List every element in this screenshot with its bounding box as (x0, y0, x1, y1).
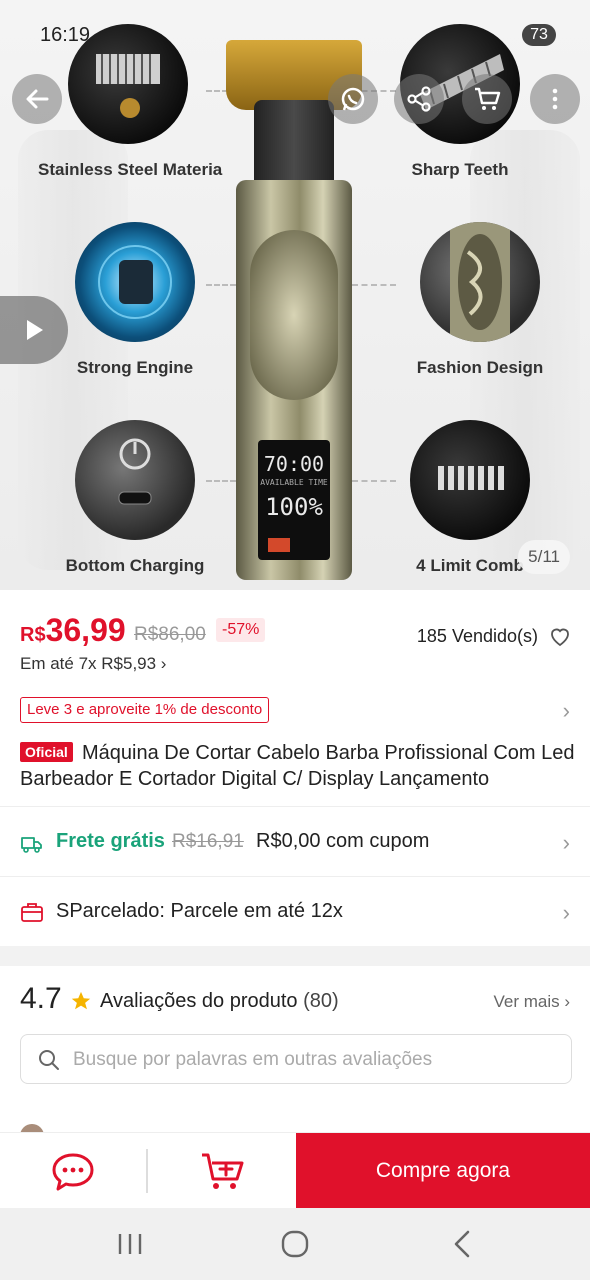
product-info-panel: R$36,99 R$86,00 -57% 185 Vendido(s) Em a… (0, 590, 590, 946)
search-icon (39, 1050, 59, 1070)
current-price: R$36,99 (20, 612, 126, 649)
truck-icon (21, 837, 42, 853)
buy-now-button[interactable]: Compre agora (296, 1133, 590, 1209)
image-counter: 5/11 (518, 540, 570, 574)
sold-count: 185 Vendido(s) (416, 626, 538, 646)
lcd-time: 70:00 (263, 452, 325, 476)
reviews-count: (80) (303, 990, 339, 1012)
review-search-input[interactable] (73, 1043, 553, 1077)
dragon-engraving (250, 230, 338, 400)
comb-icon (410, 420, 530, 540)
trimmer-lcd-display: 70:00 AVAILABLE TIME 100% (258, 440, 330, 560)
whatsapp-share-button[interactable] (328, 74, 378, 124)
feature-fashion-design: Fashion Design (400, 222, 560, 378)
vertical-dots-icon (552, 88, 558, 110)
dragon-body-icon (420, 222, 540, 342)
review-search[interactable] (20, 1034, 572, 1084)
power-port-icon (75, 420, 195, 540)
arrow-left-icon (26, 89, 49, 109)
reviews-title: Avaliações do produto (100, 990, 298, 1012)
feature-label: Sharp Teeth (411, 160, 509, 179)
coupon-shipping-price: R$0,00 com cupom (256, 830, 430, 852)
engine-icon (75, 222, 195, 342)
play-icon (27, 320, 43, 340)
cart-icon (475, 87, 501, 110)
blade-closeup-icon (68, 24, 188, 144)
star-icon (71, 991, 91, 1010)
home-icon[interactable] (275, 1228, 315, 1260)
share-icon (407, 86, 431, 112)
cart-button[interactable] (462, 74, 512, 124)
battery-indicator: 73 (522, 24, 556, 46)
installments-link[interactable]: Em até 7x R$5,93 › (20, 654, 166, 674)
see-more-link[interactable]: Ver mais › (493, 992, 570, 1012)
feature-stainless-steel: Stainless Steel Materia (38, 24, 223, 180)
reviews-section: 4.7 Avaliações do produto (80) Ver mais … (0, 966, 590, 1148)
trimmer-product-image: 70:00 AVAILABLE TIME 100% (226, 40, 362, 580)
more-options-button[interactable] (530, 74, 580, 124)
system-navigation-bar (0, 1208, 590, 1280)
chevron-right-icon: › (562, 900, 570, 925)
leader-line (352, 284, 396, 286)
old-shipping-price: R$16,91 (172, 831, 244, 852)
feature-label: Stainless Steel Materia (38, 160, 223, 179)
leader-line (352, 480, 396, 482)
bottom-action-bar: Compre agora (0, 1132, 590, 1209)
divider (0, 876, 590, 877)
lcd-caption: AVAILABLE TIME (260, 478, 328, 487)
trimmer-head (254, 100, 334, 190)
trimmer-body: 70:00 AVAILABLE TIME 100% (236, 180, 352, 580)
whatsapp-icon (341, 87, 365, 111)
original-price: R$86,00 (134, 624, 206, 645)
share-button[interactable] (394, 74, 444, 124)
divider (146, 1149, 148, 1193)
price-currency: R$ (20, 624, 46, 646)
feature-label: Strong Engine (76, 358, 194, 377)
lcd-indicator (268, 538, 290, 552)
chevron-right-icon[interactable]: › (563, 698, 570, 724)
divider (0, 806, 590, 807)
back-button[interactable] (12, 74, 62, 124)
leader-line (206, 284, 236, 286)
official-badge: Oficial (20, 742, 73, 762)
reviews-heading: Avaliações do produto (80) (100, 990, 339, 1013)
promo-tag[interactable]: Leve 3 e aproveite 1% de desconto (20, 697, 270, 723)
heart-icon[interactable] (548, 624, 572, 648)
lcd-battery: 100% (265, 493, 323, 521)
card-gift-icon (21, 903, 43, 922)
installment-plan-label: SParcelado: Parcele em até 12x (56, 900, 343, 922)
free-shipping-label: Frete grátis (56, 830, 165, 852)
add-to-cart-icon[interactable] (198, 1149, 246, 1193)
rating-score: 4.7 (20, 982, 62, 1015)
back-nav-icon[interactable] (442, 1228, 482, 1260)
feature-label: Bottom Charging (65, 556, 205, 575)
chevron-right-icon: › (562, 830, 570, 855)
recent-apps-icon[interactable] (110, 1228, 150, 1260)
chat-icon[interactable] (50, 1149, 96, 1193)
product-title: Máquina De Cortar Cabelo Barba Profissio… (20, 742, 575, 790)
feature-bottom-charging: Bottom Charging (50, 420, 220, 576)
feature-strong-engine: Strong Engine (60, 222, 210, 378)
play-video-button[interactable] (0, 296, 68, 364)
feature-label: Fashion Design (416, 358, 544, 377)
discount-badge: -57% (216, 618, 266, 642)
product-image-carousel[interactable]: 16:19 73 Stainless Steel Materia Sharp T… (0, 0, 590, 590)
price-value: 36,99 (45, 612, 126, 648)
